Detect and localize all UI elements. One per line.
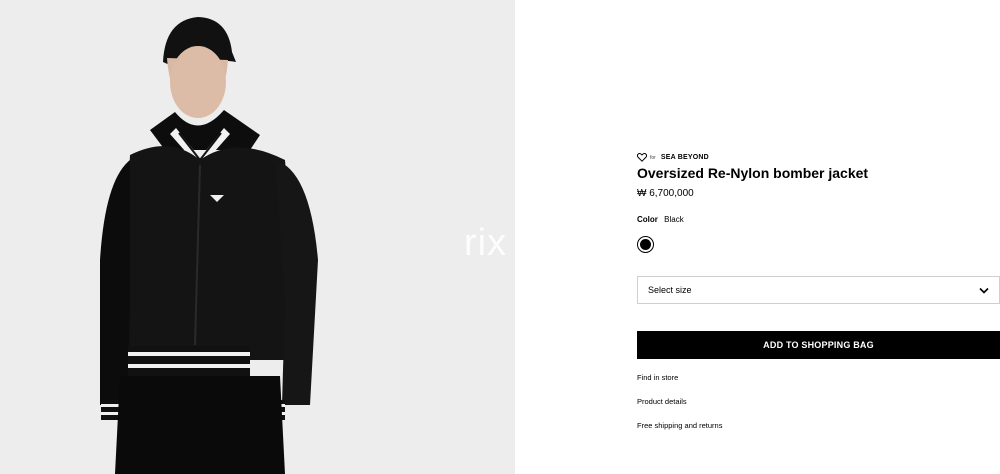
find-in-store-link[interactable]: Find in store	[637, 373, 678, 382]
product-title: Oversized Re-Nylon bomber jacket	[637, 165, 869, 181]
color-swatch-black[interactable]	[637, 236, 654, 253]
sustainability-badge: for SEA BEYOND	[637, 153, 709, 162]
size-select-placeholder: Select size	[648, 285, 692, 295]
swatch-fill	[640, 239, 651, 250]
shipping-returns-link[interactable]: Free shipping and returns	[637, 421, 722, 430]
color-label: Color	[637, 215, 658, 224]
product-details-link[interactable]: Product details	[637, 397, 687, 406]
heart-icon	[637, 153, 647, 162]
add-to-bag-button[interactable]: ADD TO SHOPPING BAG	[637, 331, 1000, 359]
sustainability-prefix: for	[650, 154, 656, 161]
chevron-down-icon	[979, 287, 989, 294]
color-value: Black	[664, 215, 684, 224]
size-select[interactable]: Select size	[637, 276, 1000, 304]
watermark-text: rix	[464, 222, 508, 264]
product-info-panel: for SEA BEYOND Oversized Re-Nylon bomber…	[637, 0, 1000, 474]
sustainability-brand: SEA BEYOND	[660, 154, 709, 161]
product-image[interactable]: rix	[0, 0, 515, 474]
model-photo	[0, 0, 515, 474]
product-price: ₩ 6,700,000	[637, 188, 694, 199]
color-info: Color Black	[637, 215, 684, 224]
